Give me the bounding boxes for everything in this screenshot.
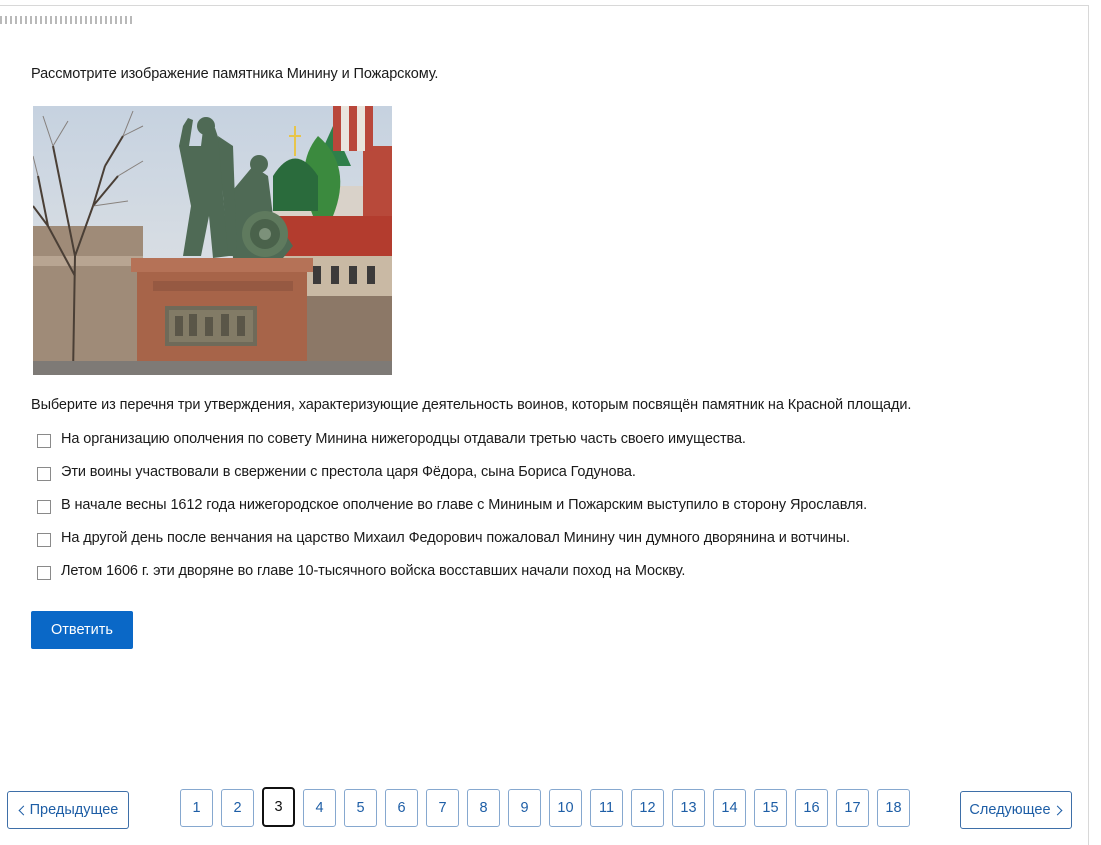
chevron-left-icon: [18, 805, 29, 815]
task-prompt: Рассмотрите изображение памятника Минину…: [31, 66, 439, 82]
option-2[interactable]: Эти воины участвовали в свержении с прес…: [37, 462, 867, 495]
question-pagination: 1 2 3 4 5 6 7 8 9 10 11 12 13 14 15 16 17 18: [180, 787, 910, 827]
page-11[interactable]: 11: [590, 789, 623, 827]
option-5-label[interactable]: Летом 1606 г. эти дворяне во главе 10-ты…: [61, 561, 685, 581]
page-2[interactable]: 2: [221, 789, 254, 827]
page-13[interactable]: 13: [672, 789, 705, 827]
checkbox-3[interactable]: [37, 500, 51, 514]
option-3[interactable]: В начале весны 1612 года нижегородское о…: [37, 495, 867, 528]
page-17[interactable]: 17: [836, 789, 869, 827]
option-3-label[interactable]: В начале весны 1612 года нижегородское о…: [61, 495, 867, 515]
answer-options: На организацию ополчения по совету Минин…: [37, 429, 867, 594]
option-4-label[interactable]: На другой день после венчания на царство…: [61, 528, 850, 548]
page-15[interactable]: 15: [754, 789, 787, 827]
previous-button[interactable]: Предыдущее: [7, 791, 129, 829]
next-label: Следующее: [969, 802, 1051, 818]
task-question: Выберите из перечня три утверждения, хар…: [31, 397, 912, 413]
progress-ticks: [0, 16, 134, 24]
submit-answer-button[interactable]: Ответить: [31, 611, 133, 649]
page-10[interactable]: 10: [549, 789, 582, 827]
next-button[interactable]: Следующее: [960, 791, 1072, 829]
checkbox-2[interactable]: [37, 467, 51, 481]
option-1-label[interactable]: На организацию ополчения по совету Минин…: [61, 429, 746, 449]
page-8[interactable]: 8: [467, 789, 500, 827]
monument-photo: [33, 106, 392, 375]
option-1[interactable]: На организацию ополчения по совету Минин…: [37, 429, 867, 462]
page-16[interactable]: 16: [795, 789, 828, 827]
page-9[interactable]: 9: [508, 789, 541, 827]
chevron-right-icon: [1052, 805, 1063, 815]
option-4[interactable]: На другой день после венчания на царство…: [37, 528, 867, 561]
page-3[interactable]: 3: [262, 787, 295, 827]
option-5[interactable]: Летом 1606 г. эти дворяне во главе 10-ты…: [37, 561, 867, 594]
checkbox-4[interactable]: [37, 533, 51, 547]
page-18[interactable]: 18: [877, 789, 910, 827]
page-7[interactable]: 7: [426, 789, 459, 827]
checkbox-5[interactable]: [37, 566, 51, 580]
checkbox-1[interactable]: [37, 434, 51, 448]
previous-label: Предыдущее: [29, 802, 119, 818]
page-14[interactable]: 14: [713, 789, 746, 827]
page-6[interactable]: 6: [385, 789, 418, 827]
page-12[interactable]: 12: [631, 789, 664, 827]
page-1[interactable]: 1: [180, 789, 213, 827]
page-5[interactable]: 5: [344, 789, 377, 827]
page-4[interactable]: 4: [303, 789, 336, 827]
option-2-label[interactable]: Эти воины участвовали в свержении с прес…: [61, 462, 636, 482]
